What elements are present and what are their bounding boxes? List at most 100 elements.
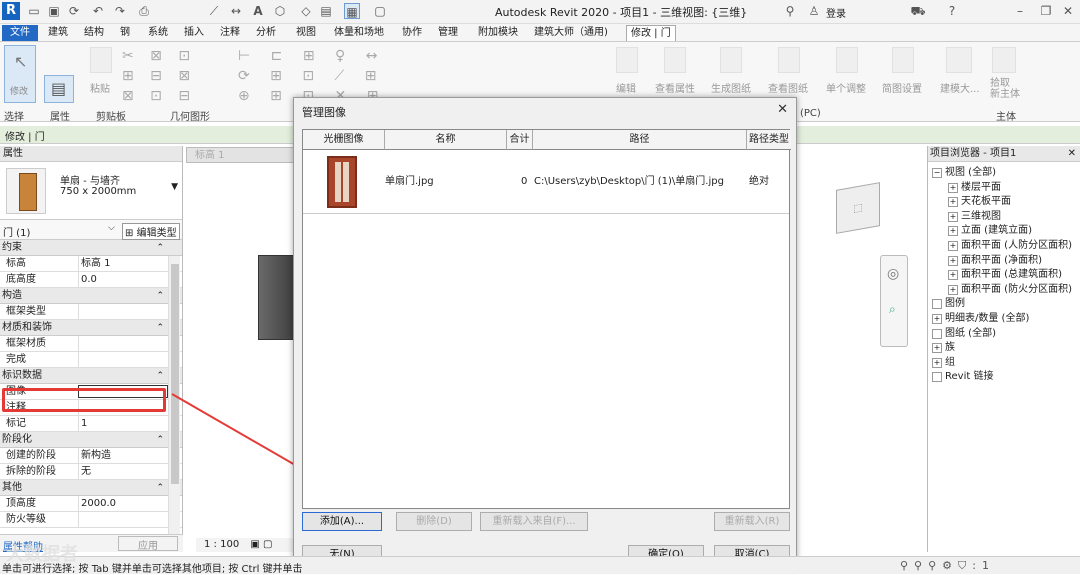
expand-icon[interactable]: + <box>948 270 958 281</box>
tab-manage[interactable]: 管理 <box>434 25 462 41</box>
expand-icon[interactable] <box>932 299 942 310</box>
pick-host-icon[interactable] <box>992 47 1016 73</box>
steering-wheel-icon[interactable]: ◎ <box>887 266 899 282</box>
expand-icon[interactable]: + <box>948 255 958 266</box>
tab-systems[interactable]: 系统 <box>144 25 172 41</box>
undo-icon[interactable]: ↶ <box>90 3 106 19</box>
property-value[interactable] <box>78 512 168 527</box>
gen-sheet-icon[interactable] <box>720 47 742 73</box>
instance-selector[interactable]: 门 (1) ⌵ ⊞ 编辑类型 <box>0 220 182 240</box>
col-count[interactable]: 合计 <box>507 130 533 150</box>
tab-view[interactable]: 视图 <box>292 25 320 41</box>
expand-icon[interactable]: − <box>932 168 942 178</box>
property-row[interactable]: 顶高度 2000.0 <box>0 496 182 512</box>
sync-icon[interactable]: ⟳ <box>66 3 82 19</box>
save-icon[interactable]: ▣ <box>46 3 62 19</box>
visual-style-icon[interactable]: ▢ <box>263 539 272 550</box>
thin-lines-icon[interactable]: ▤ <box>318 3 334 19</box>
close-window-icon[interactable]: ✕ <box>1060 3 1076 19</box>
property-category[interactable]: 阶段化 ⌃ <box>0 432 182 448</box>
3d-view-icon[interactable]: ⬡ <box>272 3 288 19</box>
dimension-icon[interactable]: ↔ <box>228 3 244 19</box>
tab-structure[interactable]: 结构 <box>80 25 108 41</box>
edit-type-button[interactable]: ⊞ 编辑类型 <box>122 223 180 240</box>
view-sheet-icon[interactable] <box>778 47 800 73</box>
property-row[interactable]: 标记 1 <box>0 416 182 432</box>
expand-icon[interactable]: + <box>948 284 958 295</box>
tree-item[interactable]: + 天花板平面 <box>948 195 1011 209</box>
tree-item[interactable]: 图纸 (全部) <box>932 327 996 341</box>
add-button[interactable]: 添加(A)... <box>302 512 382 531</box>
tab-steel[interactable]: 钢 <box>116 25 134 41</box>
measure-icon[interactable]: ⟋ <box>206 3 222 19</box>
cart-icon[interactable]: ⛟ <box>910 3 926 19</box>
property-value[interactable]: 1 <box>78 416 168 431</box>
col-path[interactable]: 路径 <box>533 130 747 150</box>
tab-architecture[interactable]: 建筑 <box>44 25 72 41</box>
property-row[interactable]: 创建的阶段 新构造 <box>0 448 182 464</box>
close-icon[interactable]: ✕ <box>777 102 788 117</box>
tree-item[interactable]: + 楼层平面 <box>948 181 1001 195</box>
zoom-icon[interactable]: ⌕ <box>889 302 896 317</box>
property-value[interactable]: 2000.0 <box>78 496 168 511</box>
property-category[interactable]: 其他 ⌃ <box>0 480 182 496</box>
open-icon[interactable]: ▭ <box>26 3 42 19</box>
property-row[interactable]: 底高度 0.0 <box>0 272 182 288</box>
property-row[interactable]: 防火等级 <box>0 512 182 528</box>
binoculars-icon[interactable]: ⚲ <box>782 3 798 19</box>
collapse-icon[interactable]: ⌃ <box>156 320 164 336</box>
col-path-type[interactable]: 路径类型 <box>747 130 791 150</box>
collapse-icon[interactable]: ⌃ <box>156 240 164 256</box>
property-value[interactable]: 新构造 <box>78 448 168 463</box>
status-icons[interactable]: ⚲⚲⚲⚙⛉:1 <box>900 559 995 573</box>
browser-close-icon[interactable]: ✕ <box>1068 146 1076 162</box>
col-raster-image[interactable]: 光栅图像 <box>303 130 385 150</box>
tree-item[interactable]: + 面积平面 (总建筑面积) <box>948 268 1062 282</box>
paste-icon[interactable] <box>90 47 112 73</box>
restore-icon[interactable]: ❐ <box>1038 3 1054 19</box>
navigation-bar[interactable]: ◎ ⌕ <box>880 255 908 347</box>
tree-item[interactable]: + 三维视图 <box>948 210 1001 224</box>
view-props-icon[interactable] <box>664 47 686 73</box>
3d-door-model[interactable] <box>258 255 296 340</box>
tree-item[interactable]: + 立面 (建筑立面) <box>948 224 1032 238</box>
expand-icon[interactable]: + <box>948 197 958 208</box>
edit-icon[interactable] <box>616 47 638 73</box>
print-icon[interactable]: ⎙ <box>136 3 152 19</box>
view-tab[interactable]: 标高 1 <box>186 147 296 163</box>
builder-icon[interactable] <box>946 47 972 73</box>
type-dropdown-icon[interactable]: ▼ <box>171 182 178 192</box>
viewcube[interactable]: ⬚ <box>836 182 880 234</box>
tab-analyze[interactable]: 分析 <box>252 25 280 41</box>
tab-massing[interactable]: 体量和场地 <box>330 25 388 41</box>
type-selector[interactable]: 单扇 - 与墙齐 750 x 2000mm ▼ <box>0 162 182 220</box>
tree-item[interactable]: + 组 <box>932 356 955 370</box>
expand-icon[interactable]: + <box>948 211 958 222</box>
col-name[interactable]: 名称 <box>385 130 507 150</box>
tab-addins[interactable]: 附加模块 <box>474 25 522 41</box>
tab-collaborate[interactable]: 协作 <box>398 25 426 41</box>
property-category[interactable]: 构造 ⌃ <box>0 288 182 304</box>
reload-from-button[interactable]: 重新载入来自(F)... <box>480 512 588 531</box>
modify-button[interactable]: ↖ 修改 <box>4 45 36 103</box>
redo-icon[interactable]: ↷ <box>112 3 128 19</box>
tree-item[interactable]: − 视图 (全部) <box>932 166 996 180</box>
property-category[interactable]: 材质和装饰 ⌃ <box>0 320 182 336</box>
tab-modify-door[interactable]: 修改 | 门 <box>626 25 676 41</box>
expand-icon[interactable]: + <box>932 343 942 354</box>
property-row[interactable]: 拆除的阶段 无 <box>0 464 182 480</box>
tree-item[interactable]: + 面积平面 (人防分区面积) <box>948 239 1072 253</box>
tree-item[interactable]: + 明细表/数量 (全部) <box>932 312 1029 326</box>
property-value[interactable] <box>78 304 168 319</box>
select-group-label[interactable]: 选择 <box>4 108 24 123</box>
expand-icon[interactable]: + <box>948 226 958 237</box>
property-row[interactable]: 标高 标高 1 <box>0 256 182 272</box>
expand-icon[interactable]: + <box>932 357 942 368</box>
revit-logo[interactable]: R <box>2 2 20 20</box>
sheet-settings-icon[interactable] <box>892 47 914 73</box>
view-scale[interactable]: 1 : 100 <box>204 539 239 550</box>
help-icon[interactable]: ? <box>944 3 960 19</box>
section-icon[interactable]: ◇ <box>298 3 314 19</box>
property-row[interactable]: 框架类型 <box>0 304 182 320</box>
signin-label[interactable]: 登录 <box>826 5 846 20</box>
